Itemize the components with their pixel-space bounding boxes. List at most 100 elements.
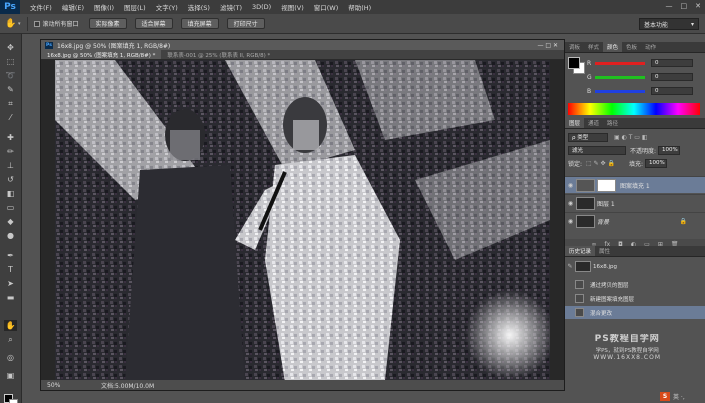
hand-tool-icon[interactable]: ✋ bbox=[4, 19, 18, 29]
fill-field[interactable]: 100% bbox=[644, 158, 667, 168]
history-snapshot[interactable]: ✎ 16x8.jpg bbox=[565, 260, 705, 273]
menu-type[interactable]: 文字(Y) bbox=[156, 2, 178, 12]
tab-document-16x8[interactable]: 16x8.jpg @ 50% (图案填充 1, RGB/8#) * bbox=[41, 50, 162, 59]
type-tool-icon[interactable]: T bbox=[4, 264, 17, 275]
red-value-field[interactable]: 0 bbox=[651, 59, 693, 67]
tab-history[interactable]: 历史记录 bbox=[565, 246, 596, 256]
history-brush-source-icon[interactable]: ✎ bbox=[565, 263, 575, 270]
eyedropper-tool-icon[interactable]: ⁄ bbox=[4, 112, 17, 123]
menu-3d[interactable]: 3D(D) bbox=[252, 3, 271, 11]
history-item[interactable]: 新建图案填充图层 bbox=[565, 292, 705, 305]
pen-tool-icon[interactable]: ✒ bbox=[4, 250, 17, 261]
crop-tool-icon[interactable]: ⌗ bbox=[4, 98, 17, 109]
tab-color[interactable]: 颜色 bbox=[603, 42, 623, 52]
scroll-all-checkbox[interactable] bbox=[33, 20, 40, 27]
menu-edit[interactable]: 编辑(E) bbox=[62, 2, 84, 12]
slider-green[interactable]: G 0 bbox=[587, 73, 693, 81]
menu-view[interactable]: 视图(V) bbox=[281, 2, 304, 12]
eye-icon[interactable]: ◉ bbox=[565, 218, 576, 225]
layer-1[interactable]: ◉ 图层 1 bbox=[565, 194, 705, 211]
history-item[interactable]: 混合更改 bbox=[565, 306, 705, 319]
screen-mode-icon[interactable]: ▣ bbox=[4, 370, 17, 381]
window-controls: — □ ✕ bbox=[666, 2, 702, 10]
actual-pixels-button[interactable]: 实际像素 bbox=[88, 18, 127, 29]
menu-file[interactable]: 文件(F) bbox=[30, 2, 52, 12]
move-tool-icon[interactable]: ✥ bbox=[4, 42, 17, 53]
brush-tool-icon[interactable]: ✏ bbox=[4, 146, 17, 157]
clone-stamp-tool-icon[interactable]: ⊥ bbox=[4, 160, 17, 171]
watermark-url: WWW.16XX8.COM bbox=[593, 354, 661, 361]
gradient-tool-icon[interactable]: ▭ bbox=[4, 202, 17, 213]
tab-contact-sheet[interactable]: 联系表-001 @ 25% (联系表 II, RGB/8) * bbox=[161, 50, 276, 59]
history-brush-tool-icon[interactable]: ↺ bbox=[4, 174, 17, 185]
layer-mask-thumbnail[interactable] bbox=[597, 178, 616, 192]
green-value-field[interactable]: 0 bbox=[651, 73, 693, 81]
zoom-level[interactable]: 50% bbox=[41, 382, 71, 389]
menu-window[interactable]: 窗口(W) bbox=[314, 2, 339, 12]
slider-red[interactable]: R 0 bbox=[587, 59, 693, 67]
healing-brush-tool-icon[interactable]: ✚ bbox=[4, 132, 17, 143]
lasso-tool-icon[interactable]: ➰ bbox=[4, 70, 17, 81]
history-panel-tabs: 历史记录 属性 bbox=[565, 246, 705, 257]
blue-value-field[interactable]: 0 bbox=[651, 87, 693, 95]
layer-filter-select[interactable]: ρ 类型 bbox=[568, 132, 608, 142]
hand-tool-icon[interactable]: ✋ bbox=[4, 320, 17, 331]
maximize-icon[interactable]: □ bbox=[681, 2, 688, 10]
zoom-tool-icon[interactable]: ⌕ bbox=[4, 334, 17, 345]
quick-mask-icon[interactable]: ◎ bbox=[4, 352, 17, 363]
foreground-color-swatch[interactable] bbox=[568, 57, 580, 69]
opacity-field[interactable]: 100% bbox=[658, 145, 681, 155]
path-selection-tool-icon[interactable]: ➤ bbox=[4, 278, 17, 289]
tab-channels[interactable]: 通道 bbox=[584, 118, 603, 128]
channel-label-g: G bbox=[587, 73, 592, 81]
document-titlebar[interactable]: Ps 16x8.jpg @ 50% (图案填充 1, RGB/8#) — □ ✕ bbox=[41, 40, 564, 50]
tab-actions[interactable]: 动作 bbox=[641, 42, 660, 52]
tab-properties[interactable]: 属性 bbox=[595, 246, 614, 256]
menu-layer[interactable]: 图层(L) bbox=[124, 2, 146, 12]
lock-icons[interactable]: ⬚ ✎ ✥ 🔒 bbox=[586, 160, 615, 167]
color-spectrum-bar[interactable] bbox=[568, 103, 700, 115]
tab-layers[interactable]: 图层 bbox=[565, 118, 585, 128]
blend-mode-select[interactable]: 滤光 bbox=[568, 145, 626, 155]
tab-adjustments[interactable]: 调板 bbox=[565, 42, 584, 52]
tab-styles[interactable]: 样式 bbox=[584, 42, 603, 52]
input-method-icon[interactable]: S bbox=[660, 392, 670, 401]
fit-screen-button[interactable]: 适合屏幕 bbox=[134, 18, 173, 29]
menu-image[interactable]: 图像(I) bbox=[94, 2, 114, 12]
red-slider-track[interactable] bbox=[595, 61, 645, 65]
input-method-status[interactable]: 英 ·, bbox=[673, 392, 685, 401]
fill-screen-button[interactable]: 填充屏幕 bbox=[180, 18, 219, 29]
menu-select[interactable]: 选择(S) bbox=[188, 2, 210, 12]
history-item[interactable]: 通过拷贝的图层 bbox=[565, 278, 705, 291]
divider bbox=[26, 16, 28, 31]
quick-select-tool-icon[interactable]: ✎ bbox=[4, 84, 17, 95]
layer-pattern-fill[interactable]: ◉ 图案填充 1 bbox=[565, 176, 705, 193]
document-window-controls[interactable]: — □ ✕ bbox=[537, 42, 558, 49]
scroll-all-label: 滚动所有窗口 bbox=[42, 21, 79, 28]
menu-help[interactable]: 帮助(H) bbox=[348, 2, 371, 12]
tab-swatches[interactable]: 色板 bbox=[622, 42, 641, 52]
menu-filter[interactable]: 滤镜(T) bbox=[220, 2, 242, 12]
minimize-icon[interactable]: — bbox=[666, 2, 673, 10]
photoshop-document-icon: Ps bbox=[45, 41, 53, 49]
workspace-select[interactable]: 基本功能 ▾ bbox=[639, 18, 699, 30]
eye-icon[interactable]: ◉ bbox=[565, 200, 576, 207]
eraser-tool-icon[interactable]: ◧ bbox=[4, 188, 17, 199]
print-size-button[interactable]: 打印尺寸 bbox=[226, 18, 265, 29]
blur-tool-icon[interactable]: ◆ bbox=[4, 216, 17, 227]
image-canvas[interactable] bbox=[55, 60, 550, 382]
slider-blue[interactable]: B 0 bbox=[587, 87, 693, 95]
green-slider-track[interactable] bbox=[595, 75, 645, 79]
filter-icons[interactable]: ▣ ◐ T ▭ ◧ bbox=[614, 134, 648, 141]
tab-paths[interactable]: 路径 bbox=[603, 118, 622, 128]
document-size-info[interactable]: 文档:5.00M/10.0M bbox=[71, 381, 154, 390]
close-icon[interactable]: ✕ bbox=[695, 2, 701, 10]
background-color-swatch[interactable] bbox=[9, 399, 18, 403]
marquee-tool-icon[interactable]: ⬚ bbox=[4, 56, 17, 67]
blue-slider-track[interactable] bbox=[595, 89, 645, 93]
rectangle-tool-icon[interactable]: ▬ bbox=[4, 292, 17, 303]
eye-icon[interactable]: ◉ bbox=[565, 182, 576, 189]
tool-preset-dropdown-icon[interactable]: ▾ bbox=[18, 21, 21, 27]
dodge-tool-icon[interactable]: ● bbox=[4, 230, 17, 241]
layer-background[interactable]: ◉ 背景 🔒 bbox=[565, 212, 705, 229]
